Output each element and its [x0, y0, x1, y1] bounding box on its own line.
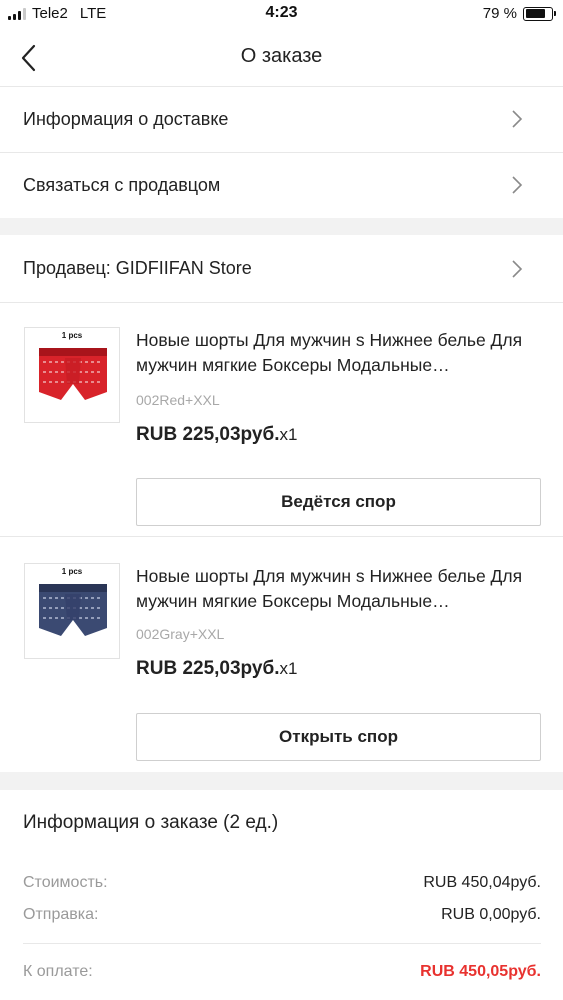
delivery-info-row[interactable]: Информация о доставке — [0, 87, 563, 151]
seller-row[interactable]: Продавец: GIDFIIFAN Store — [0, 235, 563, 302]
total-row: К оплате: RUB 450,05руб. — [23, 963, 541, 981]
battery-percent: 79 % — [482, 5, 517, 22]
product-variant: 002Red+XXL — [136, 392, 220, 408]
order-summary-title: Информация о заказе (2 ед.) — [23, 812, 279, 833]
section-gap — [0, 218, 563, 235]
section-gap — [0, 772, 563, 790]
boxer-shorts-image — [39, 348, 107, 400]
product-qty: x1 — [279, 659, 298, 678]
product-price-line: RUB 225,03руб.x1 — [136, 658, 297, 680]
chevron-right-icon — [512, 259, 523, 278]
product-image[interactable]: 1 pcs — [24, 563, 120, 659]
chevron-right-icon — [512, 176, 523, 194]
contact-seller-row[interactable]: Связаться с продавцом — [0, 153, 563, 217]
order-item: 1 pcs Новые шорты Для мужчин s Нижнее бе… — [0, 303, 563, 536]
order-item: 1 pcs Новые шорты Для мужчин s Нижнее бе… — [0, 537, 563, 772]
total-label: К оплате: — [23, 963, 93, 980]
product-image-label: 1 pcs — [61, 567, 83, 576]
status-bar: Tele2 LTE 4:23 79 % — [0, 0, 563, 30]
chevron-right-icon — [512, 110, 523, 128]
page-title: О заказе — [240, 45, 323, 67]
contact-seller-label: Связаться с продавцом — [23, 174, 221, 195]
product-image-label: 1 pcs — [61, 331, 83, 340]
nav-bar: О заказе — [0, 30, 563, 86]
product-price: RUB 225,03руб. — [136, 424, 280, 445]
total-value: RUB 450,05руб. — [420, 963, 541, 980]
shipping-value: RUB 0,00руб. — [441, 906, 541, 923]
shipping-label: Отправка: — [23, 906, 99, 923]
product-variant: 002Gray+XXL — [136, 626, 225, 642]
boxer-shorts-image — [39, 584, 107, 636]
cost-label: Стоимость: — [23, 874, 108, 891]
delivery-info-label: Информация о доставке — [23, 108, 229, 129]
divider — [23, 943, 541, 944]
product-image[interactable]: 1 pcs — [24, 327, 120, 423]
product-title[interactable]: Новые шорты Для мужчин s Нижнее белье Дл… — [136, 564, 544, 614]
open-dispute-button[interactable]: Открыть спор — [136, 713, 541, 761]
dispute-in-progress-button[interactable]: Ведётся спор — [136, 478, 541, 526]
seller-label: Продавец: GIDFIIFAN Store — [23, 258, 252, 278]
status-time: 4:23 — [265, 4, 298, 21]
status-right: 79 % — [482, 5, 556, 22]
product-qty: x1 — [279, 425, 298, 444]
cost-value: RUB 450,04руб. — [423, 874, 541, 891]
cost-row: Стоимость: RUB 450,04руб. — [23, 874, 541, 892]
product-price: RUB 225,03руб. — [136, 658, 280, 679]
product-price-line: RUB 225,03руб.x1 — [136, 424, 297, 446]
shipping-row: Отправка: RUB 0,00руб. — [23, 906, 541, 924]
battery-fill — [525, 9, 546, 18]
product-title[interactable]: Новые шорты Для мужчин s Нижнее белье Дл… — [136, 328, 544, 378]
battery-icon — [523, 6, 556, 21]
